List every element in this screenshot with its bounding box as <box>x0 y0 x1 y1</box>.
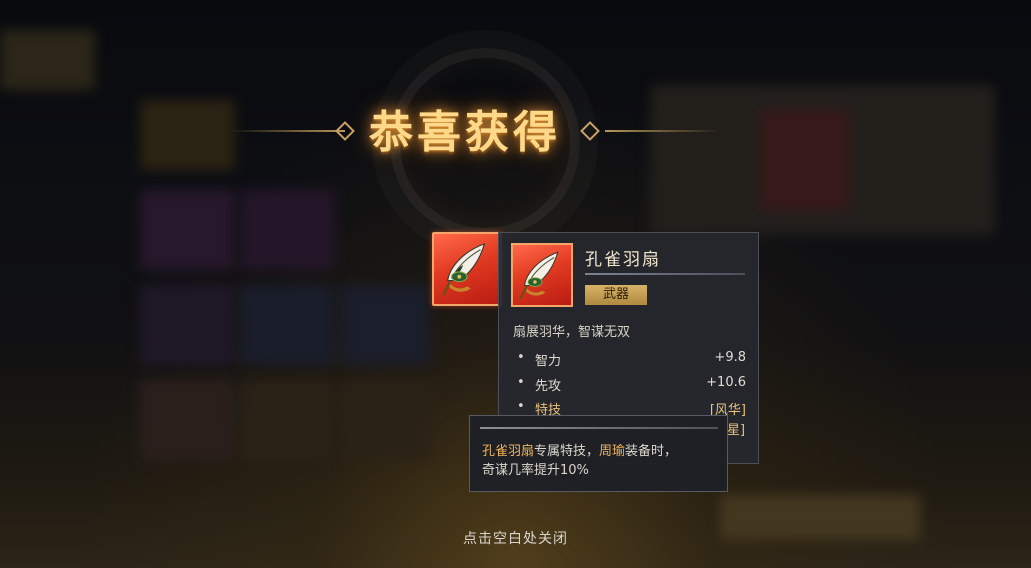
peacock-fan-icon <box>438 238 496 300</box>
bullet-icon: • <box>517 399 525 414</box>
skill-desc-line1: 孔雀羽扇专属特技，周瑜装备时， <box>482 440 677 459</box>
partial-stat-text: 星] <box>727 423 746 438</box>
stat-row: • 智力 +9.8 <box>513 350 746 370</box>
tooltip-divider <box>480 427 718 429</box>
stat-row: • 先攻 +10.6 <box>513 375 746 395</box>
item-name: 孔雀羽扇 <box>585 250 661 270</box>
reward-title: 恭喜获得 <box>369 107 561 158</box>
title-line-left <box>230 130 345 132</box>
card-item-slot <box>511 243 573 307</box>
title-line-right <box>605 130 720 132</box>
stat-value: +9.8 <box>714 350 746 365</box>
skill-tooltip: 孔雀羽扇专属特技，周瑜装备时， 奇谋几率提升10% <box>469 415 728 492</box>
skill-desc-text: 专属特技， <box>534 444 600 459</box>
close-hint[interactable]: 点击空白处关闭 <box>0 528 1031 548</box>
item-description: 扇展羽华，智谋无双 <box>513 325 631 340</box>
stat-value: +10.6 <box>706 375 746 390</box>
peacock-fan-icon <box>515 247 569 303</box>
reward-screen[interactable]: 恭喜获得 孔雀羽扇 武器 扇展羽华，智谋无双 • 智力 +9.8 • 先攻 +1… <box>0 0 1031 568</box>
stat-label: 智力 <box>535 354 562 369</box>
skill-desc-text: 装备时， <box>625 444 678 459</box>
bullet-icon: • <box>517 350 525 365</box>
name-divider <box>585 273 745 275</box>
item-type-badge: 武器 <box>585 285 647 305</box>
skill-item-name: 孔雀羽扇 <box>482 444 535 459</box>
stat-label: 先攻 <box>535 379 562 394</box>
skill-desc-line2: 奇谋几率提升10% <box>482 463 589 478</box>
bullet-icon: • <box>517 375 525 390</box>
skill-hero-name: 周瑜 <box>599 444 626 459</box>
reward-item-slot[interactable] <box>432 232 502 306</box>
